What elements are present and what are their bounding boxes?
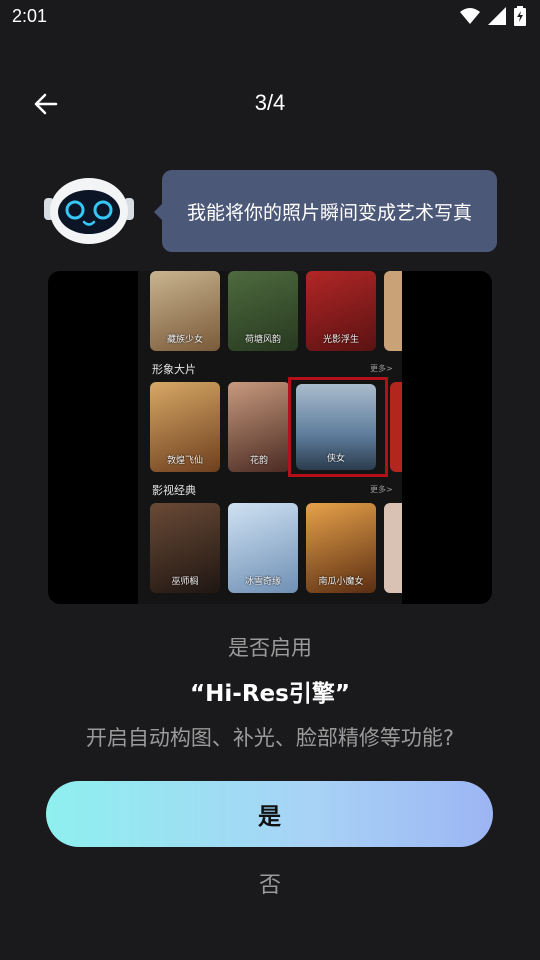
battery-icon: [514, 6, 526, 26]
signal-icon: [488, 7, 506, 25]
preview-thumb-label: 南瓜小魔女: [318, 577, 364, 587]
wifi-icon: [460, 8, 480, 24]
prompt-description: 开启自动构图、补光、脸部精修等功能?: [85, 726, 455, 750]
preview-thumb: 敦煌飞仙: [150, 382, 220, 472]
section-more-link: 更多>: [370, 485, 393, 494]
selection-highlight: [288, 377, 388, 477]
preview-thumb-label: 花韵: [249, 456, 268, 466]
robot-avatar: [42, 176, 136, 246]
page-indicator: 3/4: [254, 90, 286, 115]
status-time: 2:01: [12, 6, 48, 26]
preview-thumb: 光影浮生: [306, 271, 376, 351]
preview-thumb: 南瓜小魔女: [306, 503, 376, 593]
preview-thumb: [390, 382, 402, 472]
preview-thumb-label: 荷塘风韵: [244, 335, 281, 345]
status-icons: [460, 6, 526, 26]
section-more-link: 更多>: [370, 364, 393, 373]
preview-thumb-label: 冰雪奇缘: [244, 577, 281, 587]
preview-thumb: 花韵: [228, 382, 290, 472]
preview-thumb: 荷塘风韵: [228, 271, 298, 351]
feature-preview: 藏族少女 荷塘风韵 光影浮生 形象大片 更多> 敦煌飞仙 花韵 侠女 影视经典 …: [48, 271, 492, 604]
preview-thumb-label: 敦煌飞仙: [166, 456, 203, 466]
preview-thumb: 藏族少女: [150, 271, 220, 351]
prompt-question: 是否启用: [228, 636, 312, 660]
speech-bubble-text: 我能将你的照片瞬间变成艺术写真: [186, 201, 472, 224]
yes-button[interactable]: 是: [46, 781, 493, 847]
preview-thumb-label: 光影浮生: [322, 335, 359, 345]
preview-screenshot: 藏族少女 荷塘风韵 光影浮生 形象大片 更多> 敦煌飞仙 花韵 侠女 影视经典 …: [138, 271, 402, 604]
prompt-feature-name: “Hi-Res引擎”: [190, 681, 350, 707]
no-button[interactable]: 否: [220, 864, 320, 908]
preview-thumb-label: 巫师榈: [171, 577, 199, 587]
status-bar: 2:01: [0, 0, 540, 34]
preview-thumb: 冰雪奇缘: [228, 503, 298, 593]
preview-thumb: [384, 271, 402, 351]
preview-thumb: [384, 503, 402, 593]
section-title: 影视经典: [152, 484, 196, 497]
yes-button-label: 是: [258, 804, 281, 830]
preview-thumb-label: 藏族少女: [166, 335, 203, 345]
robot-icon: [44, 178, 134, 244]
speech-bubble: 我能将你的照片瞬间变成艺术写真: [154, 170, 497, 252]
section-title: 形象大片: [152, 363, 196, 376]
header: 3/4: [0, 80, 540, 128]
preview-thumb: 巫师榈: [150, 503, 220, 593]
